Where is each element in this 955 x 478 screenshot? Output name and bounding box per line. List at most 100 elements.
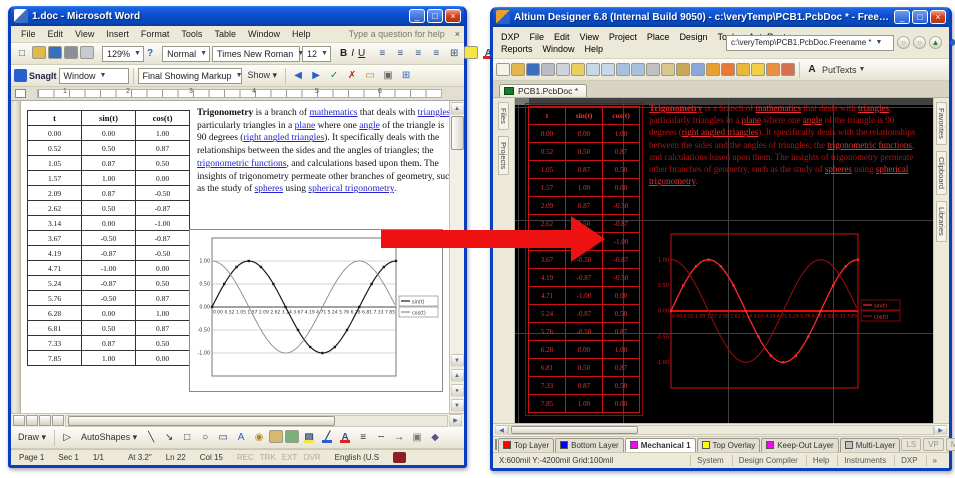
puttexts-button[interactable]: PutTexts [822, 65, 857, 75]
vertical-ruler[interactable] [11, 101, 21, 413]
altium-titlebar[interactable]: Altium Designer 6.8 (Internal Build 9050… [493, 7, 949, 27]
tables-borders-icon[interactable]: ⊞ [398, 68, 414, 83]
hyperlink[interactable]: plane [741, 115, 761, 125]
word-horizontal-scrollbar[interactable]: ▶ [11, 413, 464, 427]
reviewing-pane-icon[interactable]: ▣ [380, 68, 396, 83]
menu-item[interactable]: File [525, 31, 550, 43]
arrow-icon[interactable]: ↘ [161, 430, 177, 445]
hyperlink[interactable]: spheres [825, 164, 852, 174]
italic-button[interactable]: I [350, 46, 355, 61]
layer-tab[interactable]: Top Overlay [697, 438, 761, 452]
word-titlebar[interactable]: 1.doc - Microsoft Word _ □ × [11, 6, 464, 26]
layer-tab[interactable]: Top Layer [498, 438, 554, 452]
menu-item[interactable]: Help [286, 28, 317, 40]
back-icon[interactable]: ○ [897, 36, 910, 49]
wordart-icon[interactable]: A [233, 430, 249, 445]
room-icon[interactable] [781, 63, 795, 76]
hyperlink[interactable]: angle [803, 115, 823, 125]
shadow-icon[interactable]: ▣ [409, 430, 425, 445]
close-button[interactable]: × [930, 10, 946, 24]
textbox-icon[interactable]: ▭ [215, 430, 231, 445]
menu-item[interactable]: Tools [175, 28, 208, 40]
next-change-icon[interactable]: ▶ [308, 68, 324, 83]
current-layer-swatch[interactable] [495, 439, 497, 450]
reject-change-icon[interactable]: ✗ [344, 68, 360, 83]
undo-icon[interactable] [691, 63, 705, 76]
diagram-icon[interactable]: ◉ [251, 430, 267, 445]
layer-tab[interactable]: Keep-Out Layer [761, 438, 838, 452]
menu-item[interactable]: Format [135, 28, 176, 40]
open-icon[interactable] [32, 46, 46, 59]
panel-button[interactable]: System [690, 455, 730, 466]
tab-selector[interactable] [15, 89, 26, 98]
hyperlink[interactable]: right angled triangles [243, 133, 324, 143]
panel-tab[interactable]: Libraries [936, 201, 947, 242]
save-icon[interactable] [48, 46, 62, 59]
hyperlink[interactable]: spherical trigonometry [308, 184, 394, 194]
underline-button[interactable]: U [357, 46, 366, 61]
scroll-thumb[interactable] [451, 116, 464, 150]
fill-color-icon[interactable]: ▨ [301, 430, 317, 445]
minimize-button[interactable]: _ [409, 9, 425, 23]
scroll-up-icon[interactable]: ▲ [451, 102, 464, 115]
menu-item[interactable]: Reports [496, 43, 538, 55]
layer-tab[interactable]: Mechanical 1 [625, 438, 696, 452]
wire-icon[interactable] [706, 63, 720, 76]
altium-horizontal-scrollbar[interactable]: ◀ ▶ [493, 423, 949, 436]
menu-item[interactable]: Project [604, 31, 642, 43]
hyperlink[interactable]: trigonometric functions [197, 159, 286, 169]
fit-icon[interactable] [601, 63, 615, 76]
save-icon[interactable] [526, 63, 540, 76]
oval-icon[interactable]: ○ [197, 430, 213, 445]
autoshapes-menu-button[interactable]: AutoShapes ▾ [77, 432, 141, 443]
layer-bar-button[interactable]: Mask Level [946, 438, 955, 451]
pad-icon[interactable] [721, 63, 735, 76]
string-icon[interactable] [751, 63, 765, 76]
numbering-icon[interactable]: ≡ [428, 46, 444, 61]
hscroll-right-icon[interactable]: ▶ [934, 425, 947, 435]
hyperlink[interactable]: plane [295, 121, 316, 131]
panel-tab[interactable]: Projects [498, 136, 509, 175]
home-icon[interactable]: ◆ [945, 35, 955, 50]
maximize-button[interactable]: □ [912, 10, 928, 24]
layer-bar-button[interactable]: VP [923, 438, 944, 451]
panel-button[interactable]: Help [806, 455, 835, 466]
paste-icon[interactable] [676, 63, 690, 76]
hyperlink[interactable]: triangles [418, 108, 449, 118]
hscroll-left-icon[interactable]: ◀ [495, 425, 508, 435]
menu-item[interactable]: Help [580, 43, 609, 55]
print-view-button[interactable] [39, 415, 51, 426]
close-doc-icon[interactable]: × [455, 29, 460, 39]
draw-menu-button[interactable]: Draw ▾ [14, 432, 50, 443]
via-icon[interactable] [736, 63, 750, 76]
font-size-combo[interactable]: 12▼ [302, 46, 331, 62]
menu-item[interactable]: Window [242, 28, 286, 40]
clipart-icon[interactable] [269, 430, 283, 443]
align-center-icon[interactable]: ≡ [392, 46, 408, 61]
print-icon[interactable] [64, 46, 78, 59]
menu-item[interactable]: View [69, 28, 100, 40]
bold-button[interactable]: B [339, 46, 348, 61]
prev-change-icon[interactable]: ◀ [290, 68, 306, 83]
dash-style-icon[interactable]: ╌ [373, 430, 389, 445]
outline-view-button[interactable] [52, 415, 64, 426]
picture-icon[interactable] [285, 430, 299, 443]
layer-bar-button[interactable]: LS [901, 438, 921, 451]
accept-change-icon[interactable]: ✓ [326, 68, 342, 83]
move-icon[interactable] [631, 63, 645, 76]
select-objects-icon[interactable]: ▷ [59, 430, 75, 445]
copy-icon[interactable] [661, 63, 675, 76]
maximize-button[interactable]: □ [427, 9, 443, 23]
browse-next-icon[interactable]: ▼ [451, 399, 464, 412]
cut-icon[interactable] [646, 63, 660, 76]
preview-icon[interactable] [556, 63, 570, 76]
hyperlink[interactable]: spheres [255, 184, 284, 194]
panel-button[interactable]: DXP [894, 455, 923, 466]
panel-button[interactable]: Instruments [837, 455, 892, 466]
layer-tab[interactable]: Multi-Layer [840, 438, 901, 452]
new-doc-icon[interactable]: □ [14, 46, 30, 61]
menu-item[interactable]: Edit [42, 28, 70, 40]
print-preview-icon[interactable] [80, 46, 94, 59]
minimize-button[interactable]: _ [894, 10, 910, 24]
help-icon[interactable]: ? [146, 46, 154, 61]
